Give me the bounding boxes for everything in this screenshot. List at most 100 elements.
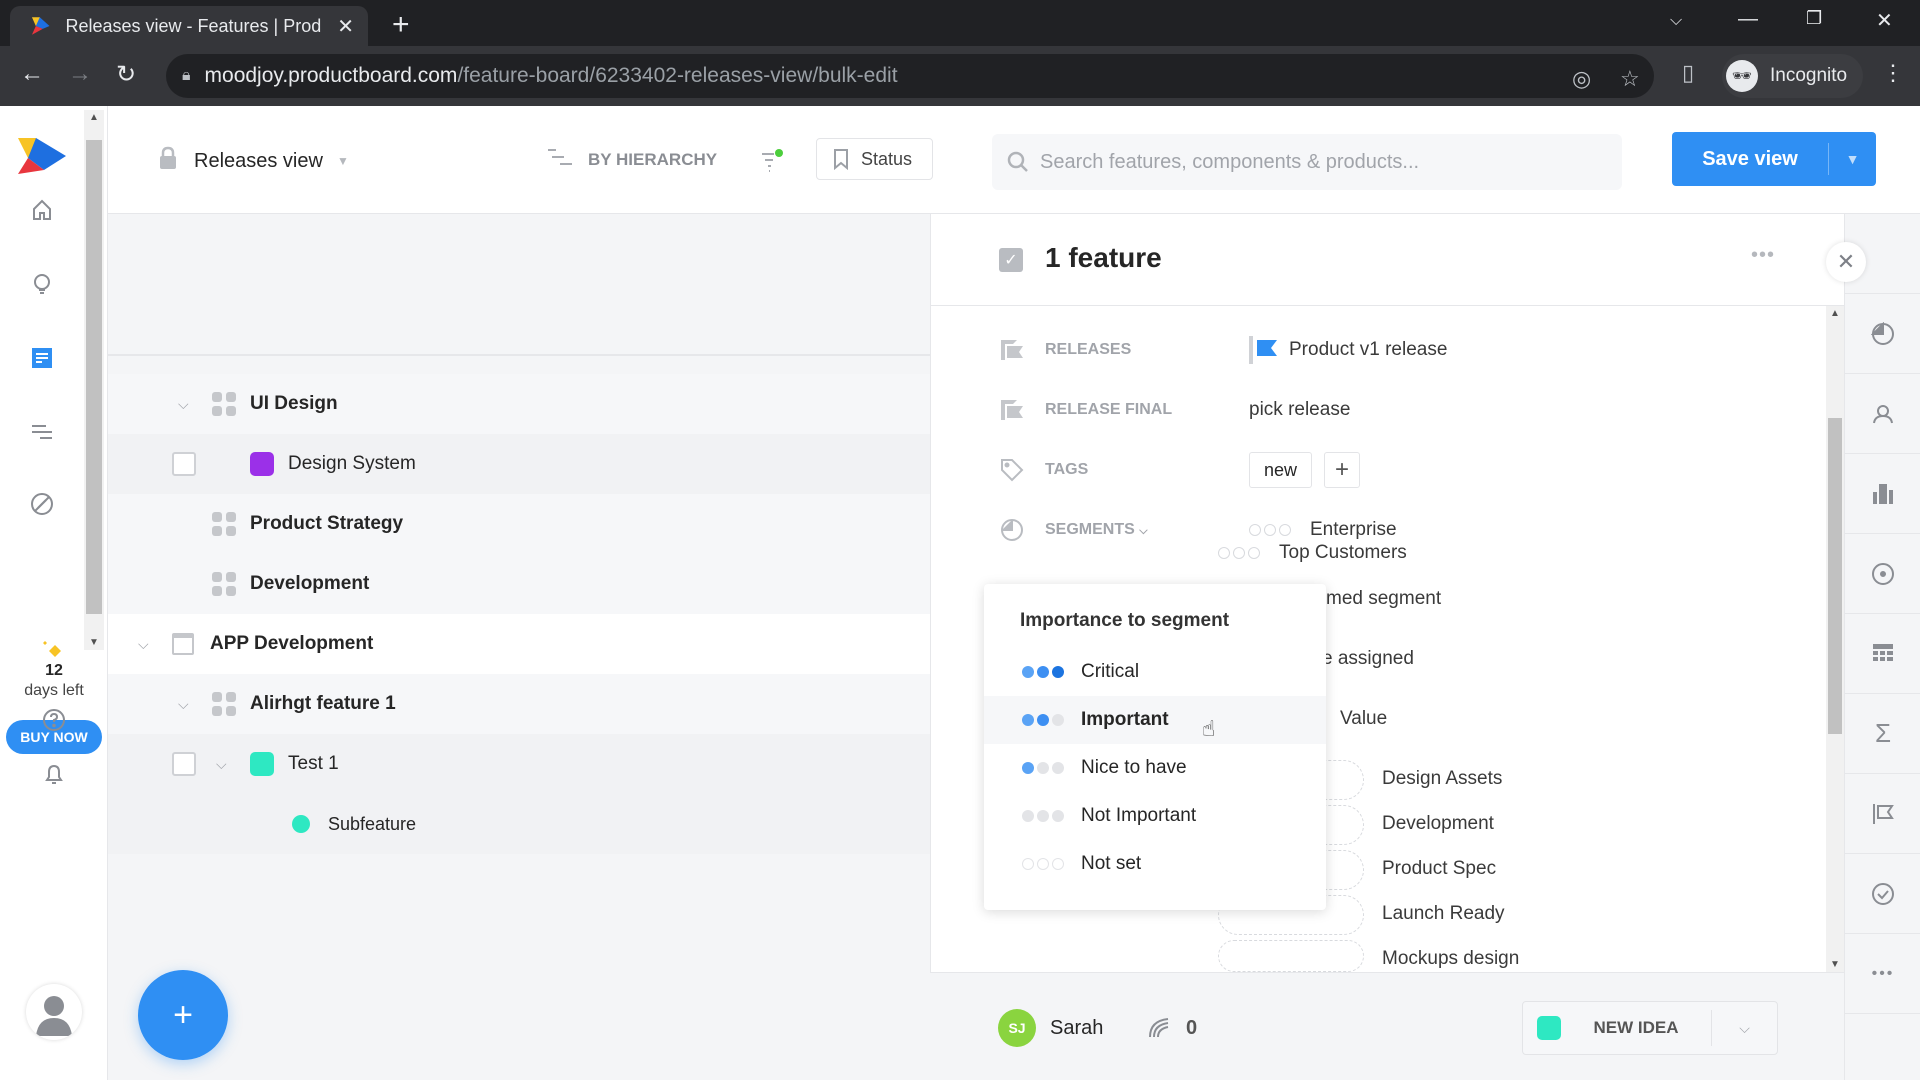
user-icon[interactable] (1845, 374, 1920, 454)
address-bar[interactable]: 🔒︎ moodjoy.productboard.com/feature-boar… (166, 54, 1654, 98)
close-panel-button[interactable]: ✕ (1826, 242, 1866, 282)
tree-row-component[interactable]: ⌵ Alirhgt feature 1 (108, 674, 930, 734)
scrollbar-thumb[interactable] (86, 140, 102, 614)
collapse-chevron-icon[interactable]: ⌵ (178, 696, 189, 713)
user-avatar[interactable] (26, 984, 82, 1040)
roadmap-icon[interactable] (26, 416, 58, 448)
tree-row-subfeature[interactable]: Subfeature (108, 794, 930, 854)
company-building-icon[interactable] (1845, 454, 1920, 534)
tracking-eye-off-icon[interactable]: ◎ (1572, 66, 1591, 92)
importance-option-critical[interactable]: Critical (984, 648, 1326, 696)
browser-menu-icon[interactable]: ⋮ (1882, 60, 1904, 86)
save-view-button[interactable]: Save view (1672, 148, 1828, 171)
side-panel-icon[interactable]: ▯ (1682, 60, 1694, 86)
tree-row-label[interactable]: Design System (288, 453, 416, 475)
segment-enterprise[interactable]: Enterprise (1249, 519, 1397, 541)
browser-tab[interactable]: Releases view - Features | Productboard … (10, 6, 368, 46)
insights-lightbulb-icon[interactable] (26, 268, 58, 300)
sum-sigma-icon[interactable]: Σ (1845, 694, 1920, 774)
segment-name-partial[interactable]: med segment (1326, 588, 1441, 610)
scroll-up-arrow-icon[interactable]: ▲ (1830, 308, 1840, 319)
scroll-down-arrow-icon[interactable]: ▼ (1830, 959, 1840, 970)
tree-row-component[interactable]: Product Strategy (108, 494, 930, 554)
importance-option-not-set[interactable]: Not set (984, 840, 1326, 888)
features-board-icon[interactable] (26, 342, 58, 374)
segment-top-customers[interactable]: Top Customers (1218, 542, 1407, 564)
status-columns-button[interactable]: Status (816, 138, 934, 180)
create-new-fab-button[interactable]: + (138, 970, 228, 1060)
tree-row-label[interactable]: APP Development (210, 633, 373, 655)
search-input[interactable] (1040, 150, 1600, 174)
importance-not-set-icon[interactable] (1249, 524, 1294, 536)
tab-close-icon[interactable]: ✕ (337, 14, 354, 39)
reload-icon[interactable]: ↻ (116, 60, 136, 89)
whats-new-sparkle-icon[interactable] (38, 636, 70, 668)
filter-icon[interactable] (760, 148, 786, 174)
window-close-icon[interactable]: ✕ (1876, 8, 1893, 33)
notifications-bell-icon[interactable] (38, 758, 70, 790)
more-options-icon[interactable]: ••• (1751, 244, 1775, 267)
tree-row-label[interactable]: UI Design (250, 393, 338, 415)
objective-label[interactable]: Development (1382, 813, 1494, 835)
portal-compass-icon[interactable] (26, 488, 58, 520)
importance-not-set-icon[interactable] (1218, 547, 1263, 559)
property-label[interactable]: SEGMENTS ⌵ (1045, 521, 1148, 539)
tree-row-component[interactable]: Development (108, 554, 930, 614)
objective-label[interactable]: Design Assets (1382, 768, 1502, 790)
tree-row-label[interactable]: Alirhgt feature 1 (250, 693, 396, 715)
scroll-up-arrow-icon[interactable]: ▲ (89, 112, 99, 123)
owner-avatar[interactable]: SJ (998, 1009, 1036, 1047)
importance-option-important[interactable]: Important (984, 696, 1326, 744)
back-icon[interactable]: ← (20, 60, 44, 88)
view-selector[interactable]: Releases view ▼ (158, 146, 349, 176)
importance-option-not-important[interactable]: Not Important (984, 792, 1326, 840)
tree-row-label[interactable]: Subfeature (328, 814, 416, 835)
incognito-profile[interactable]: 🕶︎ Incognito (1722, 54, 1864, 98)
more-tools-icon[interactable]: ••• (1845, 934, 1920, 1014)
tree-row-component[interactable]: ⌵ UI Design (108, 374, 930, 434)
add-tag-button[interactable]: + (1324, 452, 1361, 488)
tree-row-label[interactable]: Product Strategy (250, 513, 403, 535)
status-dropdown-chevron-icon[interactable]: ⌵ (1712, 1020, 1777, 1037)
objective-pill[interactable] (1218, 940, 1364, 972)
collapse-chevron-icon[interactable]: ⌵ (138, 636, 149, 653)
release-final-value[interactable]: pick release (1249, 399, 1350, 421)
new-tab-button[interactable]: + (392, 8, 410, 42)
objective-label[interactable]: Mockups design (1382, 948, 1519, 970)
segments-pie-icon[interactable] (1845, 294, 1920, 374)
importance-option-nice-to-have[interactable]: Nice to have (984, 744, 1326, 792)
objective-label[interactable]: Product Spec (1382, 858, 1496, 880)
panel-scrollbar[interactable]: ▲ ▼ (1826, 306, 1844, 972)
owner-name[interactable]: Sarah (1050, 1017, 1103, 1040)
tree-row-label[interactable]: Test 1 (288, 753, 339, 775)
check-circle-icon[interactable] (1845, 854, 1920, 934)
calculator-table-icon[interactable] (1845, 614, 1920, 694)
rail-scrollbar[interactable]: ▲ ▼ (84, 110, 104, 650)
row-checkbox[interactable] (172, 752, 196, 776)
search-bar[interactable] (992, 134, 1622, 190)
restore-icon[interactable]: ❐ (1806, 8, 1822, 29)
tree-row-label[interactable]: Development (250, 573, 369, 595)
collapse-chevron-icon[interactable]: ⌵ (216, 756, 227, 773)
objective-label[interactable]: Launch Ready (1382, 903, 1505, 925)
productboard-logo[interactable] (14, 136, 70, 176)
home-icon[interactable] (26, 194, 58, 226)
tree-row-feature[interactable]: ⌵ Test 1 (108, 734, 930, 794)
tree-row-product[interactable]: ⌵ APP Development (108, 614, 930, 674)
bookmark-star-icon[interactable]: ☆ (1620, 66, 1640, 92)
status-picker[interactable]: NEW IDEA ⌵ (1522, 1001, 1778, 1055)
collapse-chevron-icon[interactable]: ⌵ (178, 396, 189, 413)
tree-row-feature[interactable]: Design System (108, 434, 930, 494)
select-all-checkbox[interactable]: ✓ (999, 248, 1023, 272)
segment-name-partial[interactable]: e assigned (1322, 648, 1414, 670)
grouping-by-hierarchy-button[interactable]: BY HIERARCHY (548, 148, 717, 171)
help-icon[interactable] (38, 704, 70, 736)
release-value[interactable]: Product v1 release (1249, 336, 1447, 364)
target-objective-icon[interactable] (1845, 534, 1920, 614)
tag-chip[interactable]: new (1249, 452, 1313, 488)
release-flag-icon[interactable] (1845, 774, 1920, 854)
scrollbar-thumb[interactable] (1828, 418, 1842, 734)
row-checkbox[interactable] (172, 452, 196, 476)
tab-search-chevron-icon[interactable]: ⌵ (1670, 12, 1682, 30)
minimize-icon[interactable]: — (1738, 8, 1758, 31)
